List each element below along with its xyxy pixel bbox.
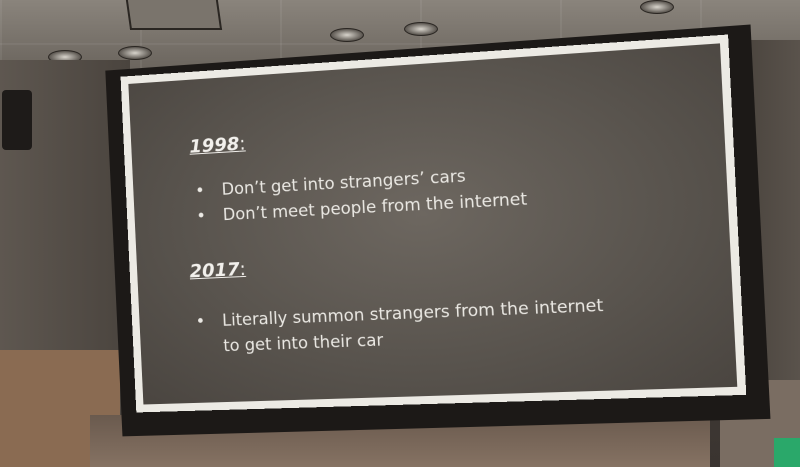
section-2-year: 2017 (189, 258, 241, 283)
projection-screen: 1998: Don’t get into strangers’ cars Don… (120, 34, 747, 413)
presentation-slide: 1998: Don’t get into strangers’ cars Don… (128, 43, 738, 405)
section-1-year: 1998 (188, 133, 240, 158)
bullet-item: Literally summon strangers from the inte… (195, 292, 623, 360)
ceiling-light (330, 28, 364, 42)
lecture-hall-scene: 1998: Don’t get into strangers’ cars Don… (0, 0, 800, 467)
section-2-colon: : (239, 258, 247, 281)
section-1-bullet-list: Don’t get into strangers’ cars Don’t mee… (195, 155, 613, 229)
projector-icon (2, 90, 32, 150)
exit-sign (774, 438, 800, 467)
section-2-bullet-list: Literally summon strangers from the inte… (195, 292, 623, 360)
section-2-heading: 2017: (189, 258, 246, 282)
ceiling-vent (125, 0, 223, 30)
ceiling-light (404, 22, 438, 36)
ceiling-light (640, 0, 674, 14)
section-1-colon: : (238, 132, 246, 155)
section-1-heading: 1998: (189, 133, 246, 158)
ceiling-light (118, 46, 152, 60)
